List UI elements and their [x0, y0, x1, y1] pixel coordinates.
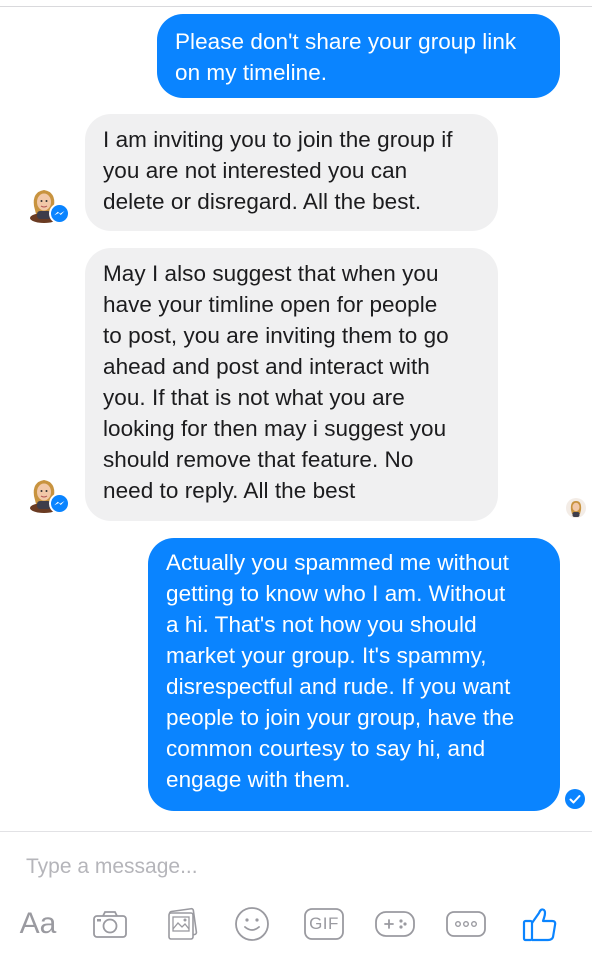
- like-button[interactable]: [518, 902, 562, 946]
- camera-button[interactable]: [88, 902, 132, 946]
- messenger-badge-icon: [49, 203, 70, 224]
- message-text: Please don't share your group link on my…: [175, 29, 517, 85]
- messenger-conversation: Please don't share your group link on my…: [0, 0, 592, 957]
- incoming-message[interactable]: May I also suggest that when you have yo…: [85, 248, 498, 521]
- messenger-badge-icon: [49, 493, 70, 514]
- message-input[interactable]: [26, 852, 546, 882]
- outgoing-message[interactable]: Actually you spammed me without getting …: [148, 538, 560, 811]
- incoming-message[interactable]: I am inviting you to join the group if y…: [85, 114, 498, 231]
- message-text: May I also suggest that when you have yo…: [103, 261, 449, 503]
- gif-label: GIF: [309, 914, 339, 933]
- delivered-check-icon: [565, 789, 585, 809]
- seen-indicator-avatar: [566, 498, 586, 518]
- emoji-icon: [235, 907, 269, 941]
- camera-icon: [93, 911, 127, 938]
- gif-button[interactable]: GIF: [302, 902, 346, 946]
- text-size-button[interactable]: Aa: [16, 902, 60, 946]
- gallery-icon: [168, 907, 198, 940]
- composer-divider: [0, 831, 592, 832]
- message-text: I am inviting you to join the group if y…: [103, 127, 453, 214]
- gallery-button[interactable]: [160, 902, 204, 946]
- like-icon: [522, 908, 557, 942]
- more-icon: [446, 911, 486, 937]
- sender-avatar[interactable]: [24, 184, 70, 224]
- sender-avatar[interactable]: [24, 474, 70, 514]
- games-icon: [375, 911, 415, 937]
- text-size-icon: Aa: [19, 907, 57, 940]
- top-divider: [0, 6, 592, 7]
- more-button[interactable]: [444, 902, 488, 946]
- emoji-button[interactable]: [230, 902, 274, 946]
- outgoing-message[interactable]: Please don't share your group link on my…: [157, 14, 560, 98]
- message-text: Actually you spammed me without getting …: [166, 550, 515, 792]
- games-button[interactable]: [373, 902, 417, 946]
